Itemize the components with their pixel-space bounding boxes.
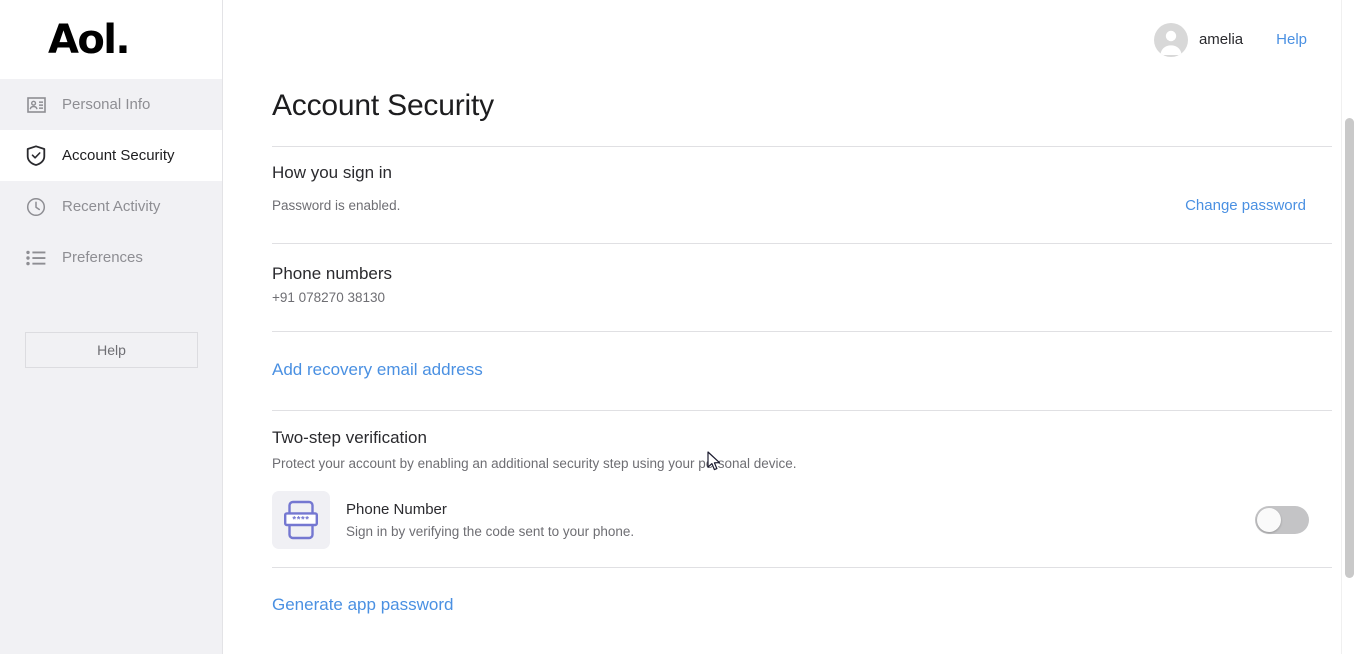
method-name: Phone Number (346, 501, 447, 518)
clock-icon (24, 195, 48, 219)
sidebar-item-account-security[interactable]: Account Security (0, 130, 222, 181)
content-area: Account Security How you sign in Passwor… (223, 79, 1356, 615)
toggle-knob (1257, 508, 1281, 532)
section-how-you-sign-in: How you sign in Password is enabled. Cha… (272, 147, 1320, 243)
password-status-text: Password is enabled. (272, 198, 401, 213)
two-step-phone-toggle[interactable] (1255, 506, 1309, 534)
change-password-link[interactable]: Change password (1185, 197, 1306, 214)
sidebar: Aol. Personal Info Account Security Rece… (0, 0, 223, 654)
aol-logo-text: Aol. (48, 16, 131, 63)
section-phone-numbers: Phone numbers +91 078270 38130 (272, 244, 1320, 331)
top-bar: amelia Help (223, 0, 1356, 79)
generate-app-password-link[interactable]: Generate app password (272, 595, 453, 614)
two-step-description: Protect your account by enabling an addi… (272, 456, 797, 471)
sign-in-status-row: Password is enabled. Change password (272, 197, 1320, 214)
list-bullet-icon (24, 246, 48, 270)
section-title: Phone numbers (272, 264, 393, 283)
two-step-method-row: **** Phone Number Sign in by verifying t… (272, 491, 1320, 549)
account-security-page: Aol. Personal Info Account Security Rece… (0, 0, 1356, 654)
sidebar-nav: Personal Info Account Security Recent Ac… (0, 79, 222, 283)
section-app-password: Generate app password (272, 568, 1320, 615)
sidebar-item-personal-info[interactable]: Personal Info (0, 79, 222, 130)
contact-card-icon (24, 93, 48, 117)
person-avatar-icon (1153, 22, 1188, 57)
svg-text:****: **** (292, 515, 309, 526)
section-two-step-verification: Two-step verification Protect your accou… (272, 411, 1320, 567)
user-name-label: amelia (1198, 31, 1244, 48)
page-title: Account Security (272, 89, 494, 122)
sidebar-item-label: Personal Info (62, 96, 151, 113)
phone-code-icon: **** (272, 491, 330, 549)
two-step-method-text: Phone Number Sign in by verifying the co… (346, 501, 1255, 539)
add-recovery-email-link[interactable]: Add recovery email address (272, 360, 483, 379)
sidebar-help-wrap: Help (0, 283, 222, 368)
sidebar-item-label: Preferences (62, 249, 143, 266)
sidebar-item-label: Account Security (62, 147, 175, 164)
page-scrollbar[interactable] (1341, 0, 1356, 654)
scrollbar-thumb[interactable] (1345, 118, 1354, 578)
sidebar-item-label: Recent Activity (62, 198, 161, 215)
shield-check-icon (24, 144, 48, 168)
header-help-link[interactable]: Help (1276, 31, 1307, 48)
user-menu[interactable]: amelia (1153, 22, 1244, 57)
phone-number-value: +91 078270 38130 (272, 290, 385, 305)
sidebar-help-button[interactable]: Help (25, 332, 198, 368)
sidebar-item-recent-activity[interactable]: Recent Activity (0, 181, 222, 232)
sidebar-item-preferences[interactable]: Preferences (0, 232, 222, 283)
section-title: Two-step verification (272, 428, 427, 447)
method-description: Sign in by verifying the code sent to yo… (346, 524, 635, 539)
main-content: amelia Help Account Security How you sig… (223, 0, 1356, 654)
section-title: How you sign in (272, 163, 393, 182)
section-recovery-email: Add recovery email address (272, 332, 1320, 410)
brand-logo[interactable]: Aol. (0, 0, 222, 79)
